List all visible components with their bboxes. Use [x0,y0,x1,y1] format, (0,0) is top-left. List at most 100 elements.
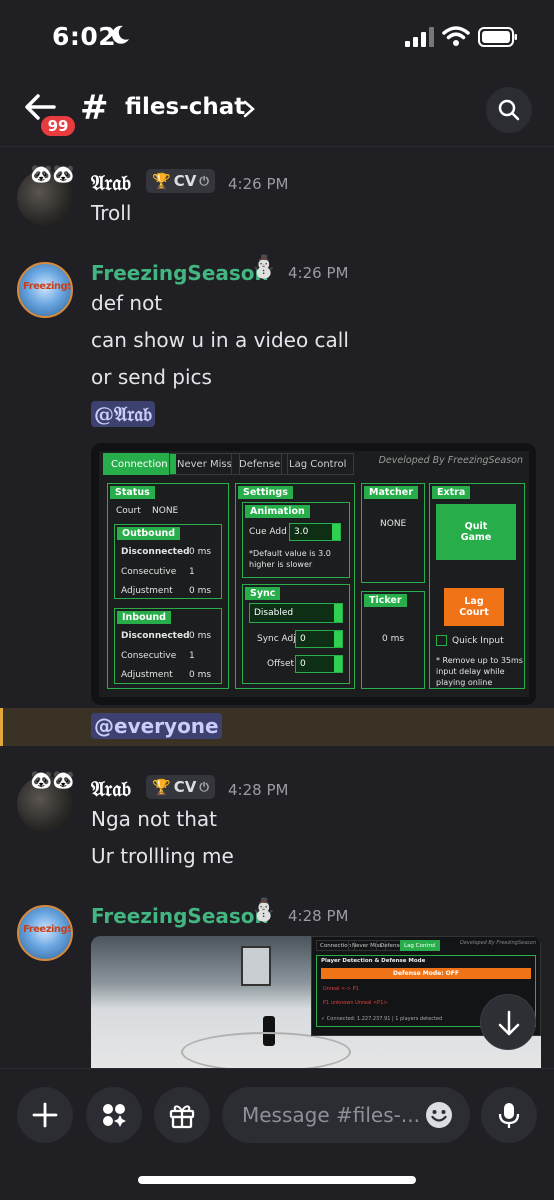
label: Consecutive [121,567,177,577]
panel-title: Extra [432,486,471,499]
label: Court [116,506,141,516]
username[interactable]: FreezingSeason [91,904,269,928]
tab-defense: Defense [231,453,289,475]
trophy-icon: 🏆 [152,778,171,796]
label: Offset [267,659,295,669]
label: Sync Adj [257,634,296,644]
field-value: 0 [300,634,306,644]
message-text: Troll [91,201,132,225]
power-icon: ⏻ [199,174,209,188]
microphone-icon [498,1103,520,1128]
plus-icon [32,1102,58,1128]
avatar-decoration-icon: 🐼🐼 [30,770,75,791]
quick-input-checkbox [436,635,447,646]
channel-name[interactable]: files-chat [125,94,245,120]
field-bar [334,656,342,672]
channel-header: 99 # files-chat [0,78,554,140]
role-tag[interactable]: 🏆 CV ⏻ [146,775,215,799]
sync-adj-field: 0 [295,630,343,648]
cellular-signal-icon [405,27,434,47]
value: 0 ms [189,586,212,596]
image-attachment[interactable]: Connection Never Miss Defense Lag Contro… [91,936,541,1068]
avatar[interactable]: FreezingSeason [17,905,73,961]
note: higher is slower [249,560,313,569]
tab-lag-control: Lag Control [281,453,355,475]
gift-icon [169,1105,195,1129]
role-tag-label: CV [173,778,197,796]
message-text: or send pics [91,365,212,389]
developer-credit: Developed By FreezingSeason [460,940,536,946]
developer-credit: Developed By FreezingSeason [378,455,523,466]
search-icon [498,99,520,121]
home-indicator [138,1176,416,1184]
apps-button[interactable] [86,1087,142,1143]
timestamp: 4:28 PM [288,907,349,925]
user-mention[interactable]: @𝔄𝔯𝔞𝔟 [91,401,156,427]
apps-sparkle-icon [103,1104,126,1127]
emoji-icon[interactable] [424,1100,454,1130]
message-text: Ur trollling me [91,844,234,868]
avatar-label: FreezingSeason [23,281,71,292]
label: Adjustment [121,586,173,596]
panel-title: Settings [238,486,293,499]
value: 1 [189,651,195,661]
field-value: Disabled [254,608,294,618]
battery-icon [478,27,517,47]
snowman-icon: ⛄ [250,898,278,923]
field-value: 3.0 [294,527,309,537]
message-text: can show u in a video call [91,328,349,352]
button-label: Game [460,532,492,543]
button-label: Court [459,607,489,618]
image-attachment[interactable]: Connection Never Miss Defense Lag Contro… [91,443,536,705]
tab-never-miss: Never Miss [169,453,240,475]
arrow-down-icon [498,1010,520,1036]
avatar-decoration-icon: 🐼🐼 [30,164,75,185]
voice-message-button[interactable] [481,1087,537,1143]
tab-lag-control: Lag Control [400,940,440,951]
connection-footer: ✓ Connected: 1.227.237.91 | 1 players de… [321,1016,443,1022]
message-input-box[interactable] [222,1087,470,1143]
avatar[interactable]: FreezingSeason [17,262,73,318]
app-screenshot: Connection Never Miss Defense Lag Contro… [99,451,529,697]
label: Disconnected [121,631,190,641]
message-input[interactable] [242,1101,418,1129]
role-tag[interactable]: 🏆 CV ⏻ [146,169,215,193]
channel-hash-icon: # [80,88,109,128]
mention-highlight [0,708,554,746]
add-button[interactable] [17,1087,73,1143]
label: Consecutive [121,651,177,661]
timestamp: 4:28 PM [228,781,289,799]
field-value: 0 [300,659,306,669]
snowman-icon: ⛄ [250,255,278,280]
username[interactable]: FreezingSeason [91,261,269,285]
wifi-icon [442,26,470,46]
timestamp: 4:26 PM [288,264,349,282]
role-tag-label: CV [173,172,197,190]
lag-court-button: Lag Court [444,588,504,626]
section-title: Player Detection & Defense Mode [321,958,426,964]
username[interactable]: 𝔄𝔯𝔞𝔟 [91,170,131,196]
trophy-icon: 🏆 [152,172,171,190]
scroll-to-bottom-button[interactable] [480,994,536,1050]
panel-title: Outbound [117,527,181,540]
gift-button[interactable] [154,1087,210,1143]
tab-connection: Connection [103,453,176,475]
chevron-right-icon[interactable] [242,99,256,119]
everyone-mention[interactable]: @everyone [91,713,222,739]
panel-title: Inbound [117,611,171,624]
panel-title: Ticker [364,594,407,607]
ticker-panel: Ticker 0 ms [361,591,425,689]
sync-state-field: Disabled [249,603,343,623]
status-panel: Status Court NONE Outbound Disconnected … [107,483,229,689]
quit-game-button: Quit Game [436,504,516,560]
moon-icon [112,25,129,44]
power-icon: ⏻ [199,780,209,794]
value: 1 [189,567,195,577]
field-bar [332,524,340,540]
username[interactable]: 𝔄𝔯𝔞𝔟 [91,776,131,802]
search-button[interactable] [486,87,532,133]
defense-mode-status: Defense Mode: OFF [321,968,531,979]
value: NONE [152,506,179,516]
status-bar: 6:02 [0,0,554,72]
button-label: Lag [464,596,484,607]
